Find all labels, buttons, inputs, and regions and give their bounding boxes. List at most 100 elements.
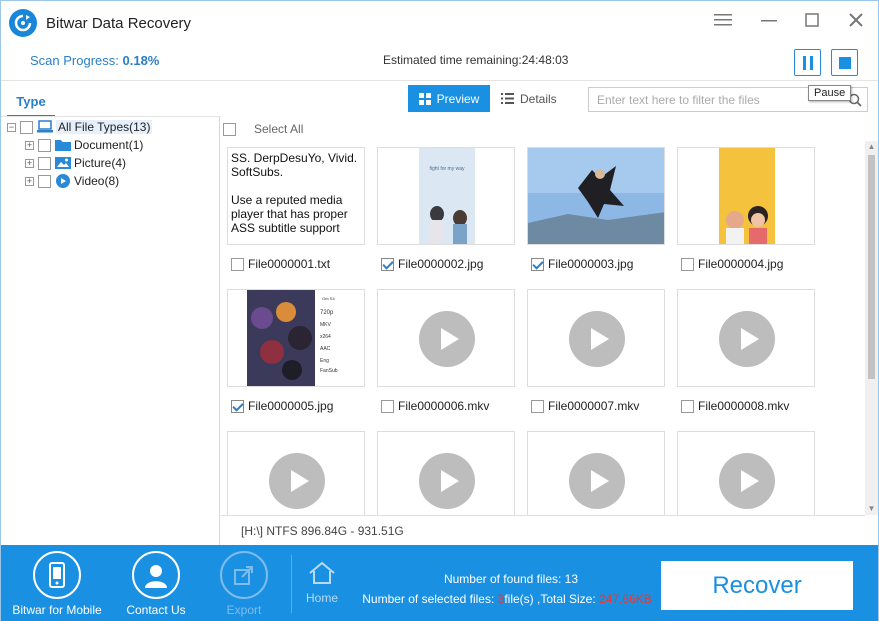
tree-checkbox[interactable] bbox=[20, 120, 33, 134]
file-item-6[interactable]: File0000006.mkv bbox=[381, 399, 489, 413]
minimize-icon[interactable] bbox=[759, 13, 779, 33]
contact-us-button[interactable]: Contact Us bbox=[121, 551, 191, 617]
file-item-7[interactable]: File0000007.mkv bbox=[531, 399, 639, 413]
select-all[interactable]: Select All bbox=[223, 122, 303, 136]
file-checkbox[interactable] bbox=[381, 257, 394, 271]
menu-icon[interactable] bbox=[713, 13, 733, 33]
file-name: File0000006.mkv bbox=[398, 399, 490, 413]
file-thumbnail[interactable] bbox=[677, 147, 815, 245]
computer-icon bbox=[37, 120, 53, 133]
close-icon[interactable] bbox=[846, 13, 866, 33]
details-view-button[interactable]: Details bbox=[501, 85, 571, 112]
file-checkbox[interactable] bbox=[381, 399, 394, 413]
image-preview: fight for my way bbox=[419, 148, 475, 244]
scroll-down-icon[interactable]: ▼ bbox=[865, 503, 878, 515]
file-thumbnail[interactable]: SS. DerpDesuYo, Vivid. SoftSubs. Use a re… bbox=[227, 147, 365, 245]
file-checkbox[interactable] bbox=[531, 399, 544, 413]
grid-icon bbox=[418, 92, 431, 105]
play-icon bbox=[719, 311, 775, 367]
export-icon bbox=[220, 551, 268, 599]
divider bbox=[291, 555, 292, 613]
collapse-icon[interactable]: − bbox=[7, 122, 16, 132]
file-name: File0000005.jpg bbox=[248, 399, 334, 413]
image-preview: Orb S4 720p MKV x264 AAC Eng FanSub bbox=[247, 290, 347, 386]
tree-checkbox[interactable] bbox=[38, 156, 51, 170]
play-icon bbox=[569, 311, 625, 367]
mobile-icon bbox=[33, 551, 81, 599]
svg-text:Eng: Eng bbox=[320, 358, 329, 364]
file-thumbnail[interactable] bbox=[527, 147, 665, 245]
file-checkbox[interactable] bbox=[231, 399, 244, 413]
file-name: File0000004.jpg bbox=[698, 257, 784, 271]
file-item-8[interactable]: File0000008.mkv bbox=[681, 399, 789, 413]
app-logo-icon bbox=[9, 9, 37, 37]
video-thumbnail[interactable] bbox=[677, 431, 815, 515]
selected-mid: file(s) ,Total Size: bbox=[504, 592, 600, 606]
preview-label: Preview bbox=[436, 91, 480, 106]
pause-button[interactable] bbox=[794, 49, 821, 76]
app-window: Bitwar Data Recovery Scan Progress: 0.18… bbox=[0, 0, 879, 621]
video-thumbnail[interactable] bbox=[377, 289, 515, 387]
scan-progress-value: 0.18% bbox=[122, 53, 160, 68]
progress-row: Scan Progress: 0.18% Estimated time rema… bbox=[1, 45, 878, 81]
svg-text:FanSub: FanSub bbox=[320, 368, 338, 374]
svg-text:AAC: AAC bbox=[320, 346, 331, 352]
file-checkbox[interactable] bbox=[531, 257, 544, 271]
stop-icon bbox=[838, 56, 851, 69]
video-thumbnail[interactable] bbox=[677, 289, 815, 387]
text-preview: SS. DerpDesuYo, Vivid. SoftSubs. Use a re… bbox=[231, 151, 358, 235]
video-thumbnail[interactable] bbox=[527, 289, 665, 387]
file-item-2[interactable]: File0000002.jpg bbox=[381, 257, 483, 271]
video-thumbnail[interactable] bbox=[227, 431, 365, 515]
tree-checkbox[interactable] bbox=[38, 174, 51, 188]
home-button[interactable]: Home bbox=[306, 561, 338, 605]
list-icon bbox=[501, 93, 514, 104]
pause-tooltip: Pause bbox=[808, 85, 852, 101]
file-checkbox[interactable] bbox=[681, 257, 694, 271]
file-name: File0000003.jpg bbox=[548, 257, 634, 271]
file-item-5[interactable]: File0000005.jpg bbox=[231, 399, 333, 413]
file-checkbox[interactable] bbox=[231, 257, 244, 271]
tree-item-video[interactable]: + Video(8) bbox=[25, 173, 119, 189]
expand-icon[interactable]: + bbox=[25, 140, 34, 150]
tree-item-all-file-types[interactable]: − All File Types(13) bbox=[7, 119, 153, 135]
pause-icon bbox=[802, 55, 813, 70]
tab-type[interactable]: Type bbox=[7, 93, 55, 117]
poster-text: 720p bbox=[320, 310, 334, 316]
file-name: File0000007.mkv bbox=[548, 399, 640, 413]
play-icon bbox=[569, 453, 625, 509]
expand-icon[interactable]: + bbox=[25, 158, 34, 168]
preview-view-button[interactable]: Preview bbox=[408, 85, 490, 112]
export-button[interactable]: Export bbox=[211, 551, 277, 617]
video-thumbnail[interactable] bbox=[527, 431, 665, 515]
drive-info: [H:\] NTFS 896.84G - 931.51G bbox=[241, 524, 404, 538]
select-all-checkbox[interactable] bbox=[223, 122, 236, 136]
file-item-1[interactable]: File0000001.txt bbox=[231, 257, 330, 271]
divider bbox=[221, 515, 865, 516]
mobile-label: Bitwar for Mobile bbox=[12, 603, 102, 617]
scroll-thumb[interactable] bbox=[868, 155, 875, 379]
scroll-up-icon[interactable]: ▲ bbox=[865, 141, 878, 153]
title-bar: Bitwar Data Recovery bbox=[1, 1, 878, 45]
maximize-icon[interactable] bbox=[802, 13, 822, 33]
tree-label: Video(8) bbox=[74, 174, 120, 188]
video-thumbnail[interactable] bbox=[377, 431, 515, 515]
scan-progress-label: Scan Progress: bbox=[30, 53, 123, 68]
file-thumbnail[interactable]: Orb S4 720p MKV x264 AAC Eng FanSub bbox=[227, 289, 365, 387]
tree-item-picture[interactable]: + Picture(4) bbox=[25, 155, 126, 171]
play-icon bbox=[719, 453, 775, 509]
bitwar-mobile-button[interactable]: Bitwar for Mobile bbox=[11, 551, 103, 617]
recover-button[interactable]: Recover bbox=[661, 561, 853, 610]
play-icon bbox=[419, 311, 475, 367]
tree-checkbox[interactable] bbox=[38, 138, 51, 152]
contact-label: Contact Us bbox=[126, 603, 186, 617]
vertical-scrollbar[interactable]: ▲ ▼ bbox=[865, 141, 878, 515]
file-item-4[interactable]: File0000004.jpg bbox=[681, 257, 783, 271]
stop-button[interactable] bbox=[831, 49, 858, 76]
tree-item-document[interactable]: + Document(1) bbox=[25, 137, 143, 153]
expand-icon[interactable]: + bbox=[25, 176, 34, 186]
file-item-3[interactable]: File0000003.jpg bbox=[531, 257, 633, 271]
file-name: File0000002.jpg bbox=[398, 257, 484, 271]
file-checkbox[interactable] bbox=[681, 399, 694, 413]
file-thumbnail[interactable]: fight for my way bbox=[377, 147, 515, 245]
